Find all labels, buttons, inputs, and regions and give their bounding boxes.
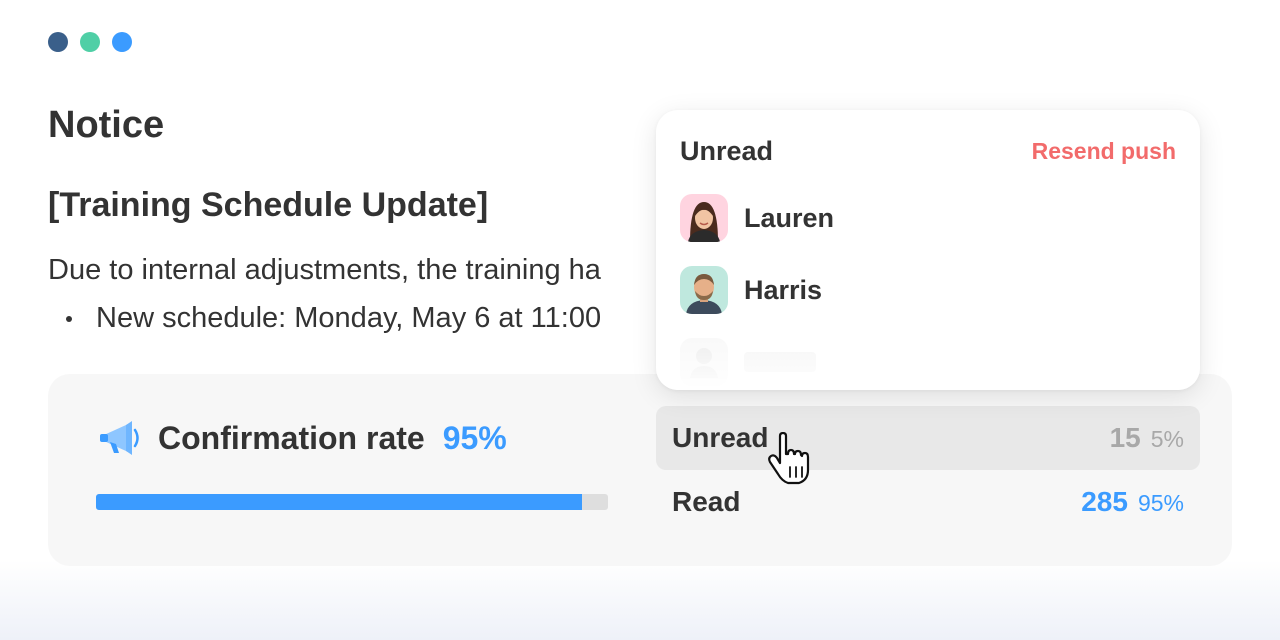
- confirmation-rate-row: Confirmation rate 95%: [96, 416, 507, 460]
- notice-subject: [Training Schedule Update]: [48, 186, 489, 224]
- unread-users-popover: Unread Resend push Lauren Harris: [656, 110, 1200, 390]
- confirmation-progress-fill: [96, 494, 583, 510]
- bullet-dot: [66, 315, 72, 322]
- unread-percent: 5%: [1150, 426, 1184, 452]
- read-numbers: 285 95%: [1081, 486, 1184, 518]
- user-list-item[interactable]: Lauren: [680, 194, 834, 242]
- user-name: Lauren: [744, 202, 835, 233]
- avatar: [680, 266, 728, 314]
- window-dot-minimize[interactable]: [80, 32, 100, 52]
- popover-fade: [656, 338, 1200, 390]
- avatar: [680, 194, 728, 242]
- unread-stat-row[interactable]: Unread 15 5%: [656, 406, 1200, 470]
- window-dot-close[interactable]: [48, 32, 68, 52]
- notice-body: Due to internal adjustments, the trainin…: [48, 254, 601, 286]
- popover-header: Unread Resend push: [680, 136, 1176, 167]
- user-list-item[interactable]: Harris: [680, 266, 822, 314]
- notice-bullet-text: New schedule: Monday, May 6 at 11:00: [96, 302, 602, 334]
- window-dot-maximize[interactable]: [112, 32, 132, 52]
- unread-count: 15: [1109, 422, 1141, 453]
- read-label: Read: [672, 486, 741, 517]
- unread-numbers: 15 5%: [1110, 422, 1184, 454]
- resend-push-button[interactable]: Resend push: [1032, 138, 1176, 165]
- read-count: 285: [1081, 486, 1128, 517]
- megaphone-icon: [100, 421, 139, 455]
- read-stat-row[interactable]: Read 285 95%: [656, 470, 1200, 534]
- confirmation-rate-label: Confirmation rate: [158, 419, 425, 456]
- user-name: Harris: [744, 274, 823, 305]
- popover-title: Unread: [680, 136, 774, 166]
- page-title: Notice: [48, 104, 165, 146]
- hand-pointer-icon: [768, 432, 810, 485]
- confirmation-progress-bar: [96, 494, 608, 510]
- window-controls: [48, 32, 132, 52]
- notice-bullet-item: New schedule: Monday, May 6 at 11:00: [66, 302, 601, 335]
- confirmation-rate-value: 95%: [442, 419, 507, 456]
- read-percent: 95%: [1137, 490, 1184, 516]
- unread-label: Unread: [672, 422, 769, 453]
